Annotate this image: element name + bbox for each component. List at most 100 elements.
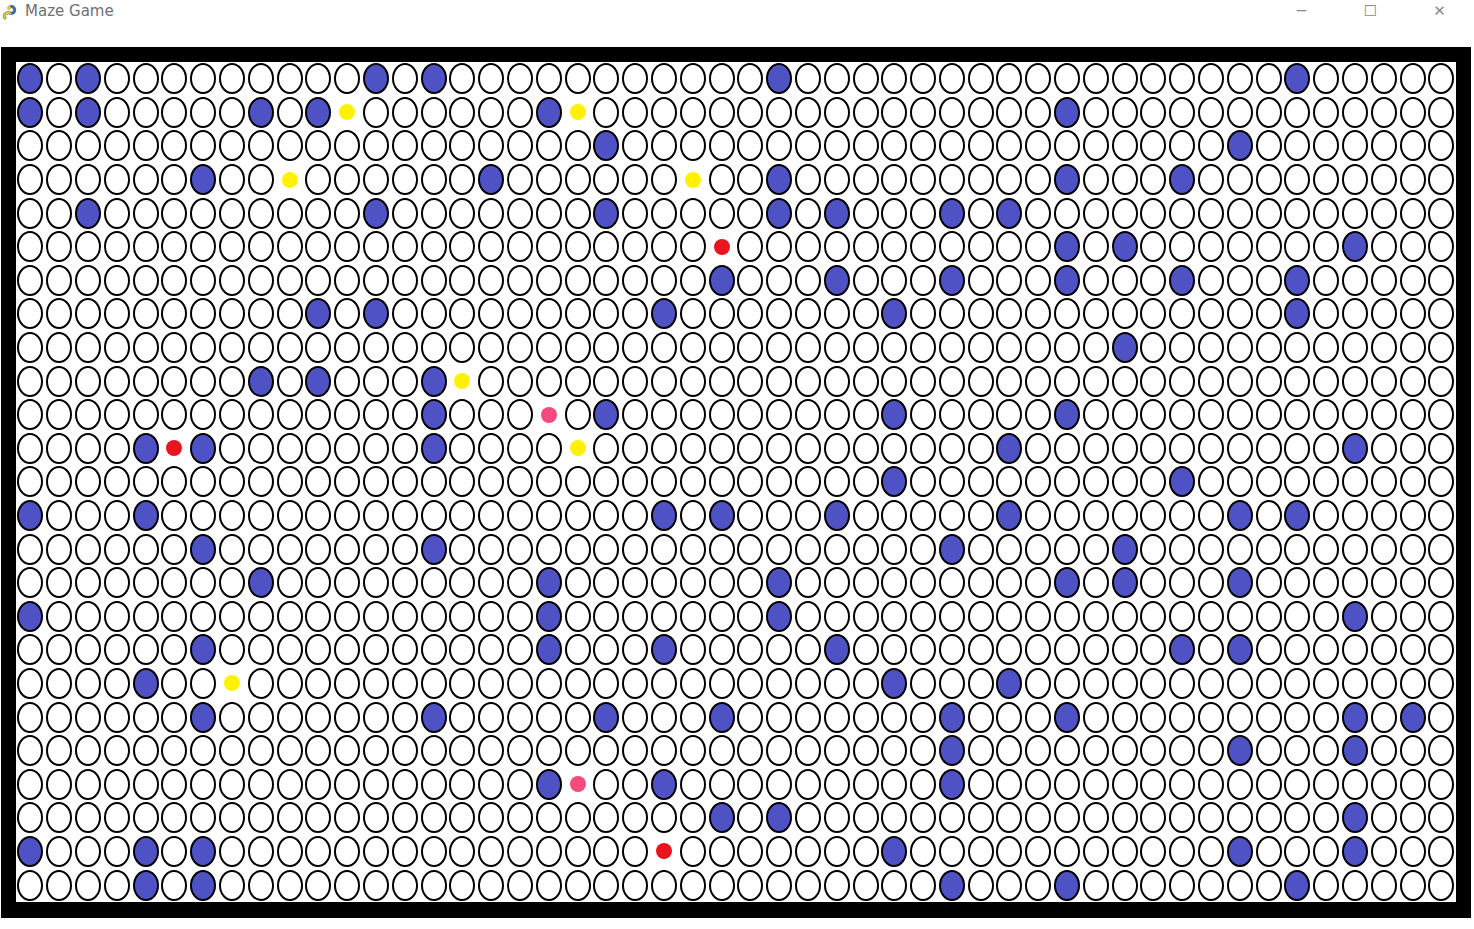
open-circle bbox=[766, 399, 792, 430]
maze-cell bbox=[880, 465, 909, 499]
maze-cell bbox=[1110, 398, 1139, 432]
open-circle bbox=[161, 668, 187, 699]
open-circle bbox=[565, 500, 591, 531]
maze-cell bbox=[678, 364, 707, 398]
maze-cell bbox=[131, 633, 160, 667]
open-circle bbox=[1256, 466, 1282, 497]
maze-cell bbox=[938, 62, 967, 96]
open-circle bbox=[709, 198, 735, 229]
maze-cell bbox=[851, 196, 880, 230]
open-circle bbox=[1400, 164, 1426, 195]
maze-cell bbox=[390, 432, 419, 466]
maze-cell bbox=[1197, 600, 1226, 634]
wall-circle bbox=[305, 298, 331, 329]
pickup-dot bbox=[541, 407, 557, 423]
open-circle bbox=[75, 500, 101, 531]
window-control-button[interactable]: ─ bbox=[1267, 1, 1336, 21]
open-circle bbox=[248, 668, 274, 699]
open-circle bbox=[507, 265, 533, 296]
open-circle bbox=[1313, 198, 1339, 229]
wall-circle bbox=[651, 634, 677, 665]
maze-cell bbox=[448, 465, 477, 499]
maze-cell bbox=[419, 532, 448, 566]
open-circle bbox=[449, 97, 475, 128]
maze-cell bbox=[1283, 129, 1312, 163]
open-circle bbox=[1083, 231, 1109, 262]
open-circle bbox=[881, 130, 907, 161]
open-circle bbox=[1140, 130, 1166, 161]
maze-cell bbox=[1341, 331, 1370, 365]
maze-cell bbox=[1427, 364, 1456, 398]
open-circle bbox=[161, 567, 187, 598]
open-circle bbox=[277, 466, 303, 497]
maze-cell bbox=[707, 667, 736, 701]
open-circle bbox=[910, 534, 936, 565]
open-circle bbox=[1112, 265, 1138, 296]
maze-cell bbox=[592, 297, 621, 331]
open-circle bbox=[996, 366, 1022, 397]
maze-cell bbox=[966, 465, 995, 499]
maze-cell bbox=[765, 96, 794, 130]
open-circle bbox=[737, 433, 763, 464]
open-circle bbox=[910, 399, 936, 430]
maze-cell bbox=[246, 432, 275, 466]
maze-cell bbox=[765, 566, 794, 600]
open-circle bbox=[248, 298, 274, 329]
maze-cell bbox=[16, 432, 45, 466]
open-circle bbox=[104, 164, 130, 195]
maze-cell bbox=[909, 96, 938, 130]
open-circle bbox=[1083, 567, 1109, 598]
open-circle bbox=[248, 231, 274, 262]
maze-cell bbox=[938, 600, 967, 634]
open-circle bbox=[219, 198, 245, 229]
maze-cell bbox=[131, 163, 160, 197]
open-circle bbox=[17, 164, 43, 195]
window-control-button[interactable]: ✕ bbox=[1405, 1, 1474, 21]
open-circle bbox=[1342, 63, 1368, 94]
maze-cell bbox=[1053, 264, 1082, 298]
open-circle bbox=[565, 567, 591, 598]
maze-cell bbox=[390, 297, 419, 331]
open-circle bbox=[1428, 366, 1454, 397]
maze-cell bbox=[678, 264, 707, 298]
maze-cell bbox=[1369, 667, 1398, 701]
maze-cell bbox=[765, 163, 794, 197]
window-control-button[interactable]: ☐ bbox=[1336, 1, 1405, 21]
maze-cell bbox=[938, 566, 967, 600]
open-circle bbox=[1083, 130, 1109, 161]
maze-cell bbox=[1081, 566, 1110, 600]
open-circle bbox=[881, 702, 907, 733]
open-circle bbox=[622, 399, 648, 430]
maze-cell bbox=[506, 96, 535, 130]
maze-cell bbox=[1225, 62, 1254, 96]
open-circle bbox=[1227, 466, 1253, 497]
maze-cell bbox=[650, 364, 679, 398]
maze-cell bbox=[333, 600, 362, 634]
maze-cell bbox=[765, 230, 794, 264]
open-circle bbox=[507, 634, 533, 665]
open-circle bbox=[17, 634, 43, 665]
maze-cell bbox=[1427, 264, 1456, 298]
open-circle bbox=[478, 567, 504, 598]
open-circle bbox=[824, 332, 850, 363]
open-circle bbox=[1342, 634, 1368, 665]
maze-cell bbox=[765, 398, 794, 432]
open-circle bbox=[17, 433, 43, 464]
open-circle bbox=[219, 265, 245, 296]
open-circle bbox=[737, 366, 763, 397]
maze-cell bbox=[304, 600, 333, 634]
open-circle bbox=[824, 298, 850, 329]
maze-cell bbox=[592, 62, 621, 96]
maze-cell bbox=[592, 364, 621, 398]
maze-cell bbox=[1398, 230, 1427, 264]
open-circle bbox=[996, 466, 1022, 497]
maze-cell bbox=[1110, 331, 1139, 365]
maze-cell bbox=[621, 196, 650, 230]
maze-cell bbox=[678, 499, 707, 533]
wall-circle bbox=[1169, 265, 1195, 296]
open-circle bbox=[536, 164, 562, 195]
maze-cell bbox=[304, 364, 333, 398]
open-circle bbox=[133, 231, 159, 262]
open-circle bbox=[1313, 63, 1339, 94]
open-circle bbox=[161, 399, 187, 430]
